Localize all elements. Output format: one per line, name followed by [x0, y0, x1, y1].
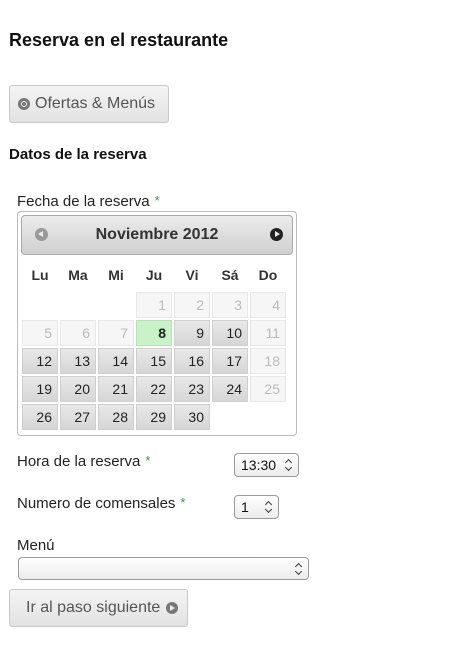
datepicker-header: Noviembre 2012 — [21, 215, 293, 255]
guests-label-text: Numero de comensales — [17, 495, 176, 512]
day-cell[interactable]: 30 — [174, 404, 210, 430]
select-arrows-icon — [285, 459, 293, 471]
empty-day-cell — [212, 404, 248, 430]
select-arrows-icon — [265, 501, 273, 513]
required-mark: * — [145, 453, 151, 468]
empty-day-cell — [98, 292, 134, 318]
day-cell-disabled: 3 — [212, 292, 248, 318]
day-cell[interactable]: 9 — [174, 320, 210, 346]
time-label-text: Hora de la reserva — [17, 453, 141, 470]
search-icon — [18, 98, 30, 110]
time-select-value: 13:30 — [241, 457, 277, 473]
day-cell-disabled: 2 — [174, 292, 210, 318]
weekday-header: Vi — [185, 267, 199, 283]
arrow-right-icon — [166, 602, 179, 614]
day-cell[interactable]: 16 — [174, 348, 210, 374]
day-cell-disabled: 4 — [250, 292, 286, 318]
guests-select-value: 1 — [241, 499, 249, 515]
day-cell-today[interactable]: 8 — [136, 320, 172, 346]
chevron-left-icon[interactable] — [35, 228, 48, 241]
weekday-header: Mi — [108, 267, 124, 283]
day-cell-disabled: 11 — [250, 320, 286, 346]
offers-menus-label: Ofertas & Menús — [35, 95, 156, 112]
day-cell[interactable]: 29 — [136, 404, 172, 430]
offers-menus-button[interactable]: Ofertas & Menús — [9, 85, 169, 123]
guests-select[interactable]: 1 — [234, 495, 279, 519]
weekday-header: Ma — [68, 267, 88, 283]
day-cell[interactable]: 24 — [212, 376, 248, 402]
day-cell-disabled: 6 — [60, 320, 96, 346]
empty-day-cell — [22, 292, 58, 318]
day-cell-disabled: 5 — [22, 320, 58, 346]
day-cell[interactable]: 28 — [98, 404, 134, 430]
day-cell[interactable]: 13 — [60, 348, 96, 374]
page-title: Reserva en el restaurante — [9, 30, 229, 50]
day-cell-disabled: 25 — [250, 376, 286, 402]
weekday-header: Ju — [145, 267, 163, 283]
day-cell-disabled: 18 — [250, 348, 286, 374]
day-cell[interactable]: 21 — [98, 376, 134, 402]
empty-day-cell — [250, 404, 286, 430]
datepicker-weekdays: Lu Ma Mi Ju Vi Sá Do — [21, 261, 293, 289]
day-cell[interactable]: 14 — [98, 348, 134, 374]
day-cell[interactable]: 27 — [60, 404, 96, 430]
guests-field-label: Numero de comensales * — [17, 495, 185, 512]
section-title: Datos de la reserva — [9, 146, 147, 163]
day-cell[interactable]: 20 — [60, 376, 96, 402]
menu-label-text: Menú — [17, 537, 55, 554]
required-mark: * — [154, 193, 160, 208]
required-mark: * — [180, 495, 186, 510]
day-cell[interactable]: 10 — [212, 320, 248, 346]
weekday-header: Lu — [31, 267, 49, 283]
menu-field-label: Menú — [17, 537, 55, 554]
next-step-label: Ir al paso siguiente — [26, 599, 161, 616]
day-cell[interactable]: 26 — [22, 404, 58, 430]
day-cell[interactable]: 17 — [212, 348, 248, 374]
select-arrows-icon — [295, 563, 303, 575]
menu-select[interactable] — [18, 557, 309, 580]
day-cell[interactable]: 12 — [22, 348, 58, 374]
next-step-button[interactable]: Ir al paso siguiente — [9, 589, 188, 627]
datepicker-days: 1 2 3 4 5 6 7 8 9 10 11 12 13 14 15 16 17 18 19 20 21 22 23 24 2… — [21, 291, 293, 431]
datepicker: Noviembre 2012 Lu Ma Mi Ju Vi Sá Do 1234567891… — [17, 211, 297, 436]
weekday-header: Do — [258, 267, 278, 283]
day-cell[interactable]: 15 — [136, 348, 172, 374]
chevron-right-icon[interactable] — [270, 228, 283, 241]
weekday-header: Sá — [221, 267, 239, 283]
datepicker-month-title: Noviembre 2012 — [95, 226, 219, 243]
day-cell-disabled: 1 — [136, 292, 172, 318]
day-cell[interactable]: 19 — [22, 376, 58, 402]
date-field-label: Fecha de la reserva * — [17, 193, 160, 210]
time-select[interactable]: 13:30 — [234, 453, 299, 477]
day-cell[interactable]: 22 — [136, 376, 172, 402]
empty-day-cell — [60, 292, 96, 318]
time-field-label: Hora de la reserva * — [17, 453, 150, 470]
day-cell-disabled: 7 — [98, 320, 134, 346]
day-cell[interactable]: 23 — [174, 376, 210, 402]
date-label-text: Fecha de la reserva — [17, 193, 150, 210]
